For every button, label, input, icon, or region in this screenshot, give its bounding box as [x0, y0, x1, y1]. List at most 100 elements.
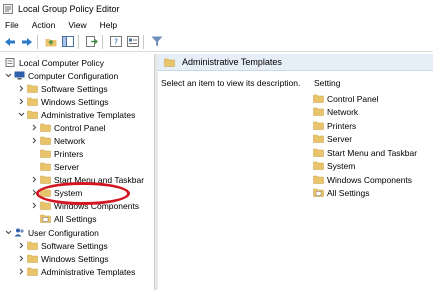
tree-item-windows-settings[interactable]: Windows Settings — [18, 95, 109, 108]
computer-icon — [14, 71, 25, 80]
folder-icon — [40, 123, 51, 132]
setting-column-header[interactable]: Setting — [314, 78, 340, 88]
list-item-label: System — [327, 160, 356, 171]
tree-item-label: User Configuration — [28, 227, 99, 238]
folder-icon — [27, 84, 38, 93]
show-hide-tree-button[interactable] — [61, 35, 75, 49]
tree-item-computer-configuration[interactable]: Computer Configuration — [5, 69, 118, 82]
tree-item-label: Administrative Templates — [41, 266, 136, 277]
export-button[interactable] — [85, 35, 99, 49]
list-item[interactable]: System — [313, 159, 355, 172]
tree-item-user-administrative-templates[interactable]: Administrative Templates — [18, 265, 135, 278]
settings-list-icon — [313, 188, 324, 197]
chevron-down-icon[interactable] — [5, 229, 12, 236]
menu-view[interactable]: View — [68, 20, 86, 30]
window-title: Local Group Policy Editor — [18, 3, 120, 14]
chevron-right-icon[interactable] — [18, 98, 25, 105]
tree-item-user-software-settings[interactable]: Software Settings — [18, 239, 108, 252]
folder-icon — [40, 162, 51, 171]
folder-icon — [27, 241, 38, 250]
list-item-label: Printers — [327, 120, 357, 131]
chevron-right-icon[interactable] — [18, 85, 25, 92]
policy-editor-icon — [3, 3, 13, 14]
folder-icon — [313, 134, 324, 143]
toolbar: ? — [0, 32, 433, 52]
tree-item-label: Windows Settings — [41, 96, 109, 107]
tree-item-network[interactable]: Network — [31, 134, 85, 147]
back-icon — [5, 37, 15, 46]
chevron-right-icon[interactable] — [31, 124, 38, 131]
details-pane: Administrative Templates Select an item … — [158, 54, 433, 290]
chevron-right-icon[interactable] — [18, 268, 25, 275]
tree-item-local-computer-policy[interactable]: Local Computer Policy — [5, 56, 104, 69]
tree-item-user-windows-settings[interactable]: Windows Settings — [18, 252, 109, 265]
tree-item-control-panel[interactable]: Control Panel — [31, 121, 106, 134]
annotation-ellipse — [36, 182, 130, 205]
tree-item-printers[interactable]: Printers — [40, 147, 83, 160]
properties-button[interactable] — [126, 35, 140, 49]
tree-item-server[interactable]: Server — [40, 160, 79, 173]
folder-icon — [313, 148, 324, 157]
up-folder-icon — [45, 39, 57, 47]
title-bar: Local Group Policy Editor — [0, 0, 433, 17]
toolbar-separator — [102, 34, 103, 49]
folder-icon — [27, 254, 38, 263]
folder-icon — [40, 201, 51, 210]
help-icon: ? — [110, 36, 122, 47]
forward-icon — [22, 37, 32, 46]
list-item[interactable]: Network — [313, 105, 358, 118]
details-header: Administrative Templates — [158, 54, 433, 71]
back-button[interactable] — [3, 35, 17, 49]
list-item-label: Network — [327, 106, 359, 117]
help-button[interactable]: ? — [109, 35, 123, 49]
tree-item-user-configuration[interactable]: User Configuration — [5, 226, 99, 239]
tree-item-label: Local Computer Policy — [19, 57, 105, 68]
forward-button[interactable] — [20, 35, 34, 49]
list-item[interactable]: Control Panel — [313, 92, 379, 105]
tree-item-label: Software Settings — [41, 240, 108, 251]
tree-item-all-settings[interactable]: All Settings — [40, 212, 97, 225]
menu-bar: File Action View Help — [0, 17, 433, 32]
toolbar-separator — [143, 34, 144, 49]
chevron-right-icon[interactable] — [18, 255, 25, 262]
tree-item-administrative-templates[interactable]: Administrative Templates — [18, 108, 135, 121]
menu-action[interactable]: Action — [32, 20, 56, 30]
show-hide-tree-icon — [62, 36, 74, 47]
tree-item-label: Computer Configuration — [28, 70, 119, 81]
details-header-title: Administrative Templates — [182, 57, 282, 67]
chevron-right-icon[interactable] — [31, 137, 38, 144]
list-item-label: Server — [327, 133, 353, 144]
list-item[interactable]: Server — [313, 132, 352, 145]
folder-icon — [40, 136, 51, 145]
up-folder-button[interactable] — [44, 35, 58, 49]
filter-button[interactable] — [150, 35, 164, 49]
folder-icon — [313, 161, 324, 170]
tree-item-label: Control Panel — [54, 122, 106, 133]
menu-help[interactable]: Help — [100, 20, 117, 30]
users-icon — [14, 228, 24, 237]
toolbar-separator — [78, 34, 79, 49]
chevron-right-icon[interactable] — [31, 202, 38, 209]
folder-icon — [313, 175, 324, 184]
list-item-label: Start Menu and Taskbar — [327, 147, 418, 158]
menu-file[interactable]: File — [5, 20, 19, 30]
list-item[interactable]: Printers — [313, 119, 356, 132]
tree-item-label: All Settings — [54, 213, 97, 224]
console-tree: Local Computer Policy Computer Configura… — [0, 54, 153, 290]
folder-icon — [313, 94, 324, 103]
chevron-right-icon[interactable] — [31, 176, 38, 183]
list-item-label: Windows Components — [327, 174, 413, 185]
folder-icon — [27, 267, 38, 276]
tree-item-label: Network — [54, 135, 86, 146]
list-item[interactable]: All Settings — [313, 186, 370, 199]
list-item[interactable]: Start Menu and Taskbar — [313, 146, 417, 159]
description-text: Select an item to view its description. — [161, 78, 301, 88]
list-item[interactable]: Windows Components — [313, 173, 412, 186]
list-item-label: All Settings — [327, 187, 370, 198]
folder-icon — [40, 149, 51, 158]
chevron-down-icon[interactable] — [5, 72, 12, 79]
tree-item-software-settings[interactable]: Software Settings — [18, 82, 108, 95]
folder-icon — [313, 121, 324, 130]
chevron-right-icon[interactable] — [18, 242, 25, 249]
chevron-down-icon[interactable] — [18, 111, 25, 118]
